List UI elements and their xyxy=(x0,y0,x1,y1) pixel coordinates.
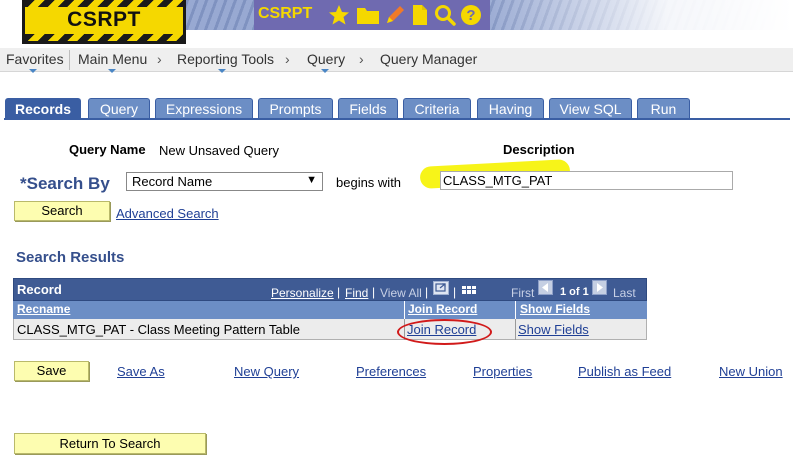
logo: CSRPT xyxy=(22,0,186,44)
row-divider xyxy=(515,319,516,340)
grid-download-icon[interactable] xyxy=(461,281,477,298)
return-to-search-button[interactable]: Return To Search xyxy=(14,433,206,454)
annotation-circle xyxy=(397,319,492,345)
chevron-down-icon xyxy=(29,69,37,73)
svg-text:?: ? xyxy=(466,7,475,24)
save-button[interactable]: Save xyxy=(14,361,89,381)
tab-query[interactable]: Query xyxy=(88,98,150,119)
search-by-select[interactable]: Record Name ▼ xyxy=(126,172,323,191)
tab-records[interactable]: Records xyxy=(5,98,81,119)
personalize-link[interactable]: Personalize xyxy=(271,286,334,300)
logo-hatch-bottom xyxy=(25,34,183,41)
pipe-separator: | xyxy=(453,285,457,299)
grid-title: Record xyxy=(17,282,62,297)
chevron-down-icon xyxy=(321,69,329,73)
zoom-icon[interactable] xyxy=(433,281,449,295)
properties-link[interactable]: Properties xyxy=(473,364,532,379)
breadcrumb-main-menu[interactable]: Main Menu xyxy=(78,51,147,67)
search-results-title: Search Results xyxy=(16,249,125,266)
star-icon[interactable] xyxy=(328,4,350,29)
tab-criteria[interactable]: Criteria xyxy=(403,98,471,119)
breadcrumb-separator: › xyxy=(359,51,364,67)
tab-view-sql[interactable]: View SQL xyxy=(549,98,632,119)
pipe-separator: | xyxy=(372,285,376,299)
query-name-label: Query Name xyxy=(69,142,146,157)
search-icon[interactable] xyxy=(434,4,456,29)
find-link[interactable]: Find xyxy=(345,286,368,300)
pipe-separator: | xyxy=(425,285,429,299)
document-icon[interactable] xyxy=(410,4,430,29)
breadcrumb-reporting-tools[interactable]: Reporting Tools xyxy=(177,51,274,67)
app-title: CSRPT xyxy=(258,5,313,22)
tab-prompts[interactable]: Prompts xyxy=(258,98,333,119)
new-query-link[interactable]: New Query xyxy=(234,364,299,379)
begins-with-label: begins with xyxy=(336,175,402,190)
help-icon[interactable]: ? xyxy=(460,4,482,29)
new-union-link[interactable]: New Union xyxy=(719,364,783,379)
tab-having[interactable]: Having xyxy=(477,98,544,119)
breadcrumb-separator: › xyxy=(285,51,290,67)
tab-fields[interactable]: Fields xyxy=(338,98,398,119)
logo-hatch-top xyxy=(25,0,183,7)
next-arrow-icon[interactable] xyxy=(592,280,607,295)
breadcrumb-divider xyxy=(69,50,70,70)
description-label: Description xyxy=(503,142,575,157)
banner-fade xyxy=(480,0,793,30)
chevron-down-icon: ▼ xyxy=(306,174,317,186)
save-as-link[interactable]: Save As xyxy=(117,364,165,379)
description-input[interactable]: CLASS_MTG_PAT xyxy=(440,171,733,190)
breadcrumb-favorites[interactable]: Favorites xyxy=(6,51,64,67)
search-by-label: *Search By xyxy=(20,174,110,193)
column-recname[interactable]: Recname xyxy=(17,302,70,316)
breadcrumb-separator: › xyxy=(157,51,162,67)
column-join-record[interactable]: Join Record xyxy=(408,302,477,316)
breadcrumb-query-manager: Query Manager xyxy=(380,51,478,67)
publish-as-feed-link[interactable]: Publish as Feed xyxy=(578,364,671,379)
search-by-value: Record Name xyxy=(132,174,213,189)
advanced-search-link[interactable]: Advanced Search xyxy=(116,206,219,221)
first-label: First xyxy=(511,286,535,300)
row-recname: CLASS_MTG_PAT - Class Meeting Pattern Ta… xyxy=(17,322,300,337)
pipe-separator: | xyxy=(337,285,341,299)
query-name-value: New Unsaved Query xyxy=(159,143,279,158)
preferences-link[interactable]: Preferences xyxy=(356,364,426,379)
breadcrumb-query[interactable]: Query xyxy=(307,51,345,67)
search-button[interactable]: Search xyxy=(14,201,110,221)
tab-underline xyxy=(4,118,790,120)
last-label: Last xyxy=(613,286,636,300)
prev-arrow-icon[interactable] xyxy=(538,280,553,295)
tab-expressions[interactable]: Expressions xyxy=(155,98,253,119)
tab-run[interactable]: Run xyxy=(637,98,690,119)
view-all-link: View All xyxy=(380,286,422,300)
column-show-fields[interactable]: Show Fields xyxy=(520,302,590,316)
page-count: 1 of 1 xyxy=(560,286,589,298)
pencil-icon[interactable] xyxy=(384,4,406,29)
column-divider xyxy=(404,301,405,319)
show-fields-link[interactable]: Show Fields xyxy=(518,322,589,337)
chevron-down-icon xyxy=(108,69,116,73)
chevron-down-icon xyxy=(218,69,226,73)
column-divider xyxy=(515,301,516,319)
logo-text: CSRPT xyxy=(67,8,141,31)
folder-icon[interactable] xyxy=(356,4,380,29)
